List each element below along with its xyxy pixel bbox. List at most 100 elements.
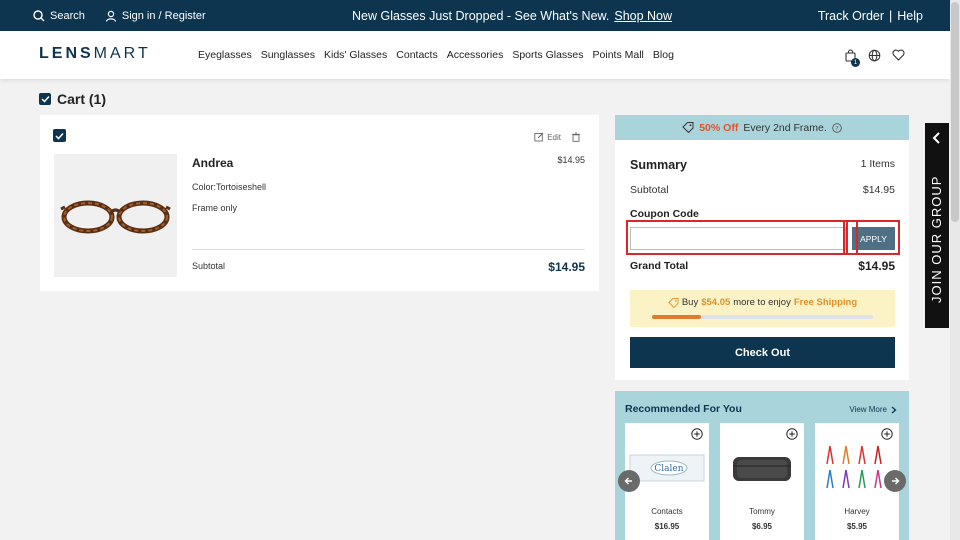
- product-name: Contacts: [651, 507, 683, 516]
- summary-title: Summary: [630, 158, 687, 172]
- checkout-button[interactable]: Check Out: [630, 337, 895, 368]
- recommended-section: Recommended For You View More Clalen Con…: [615, 391, 909, 540]
- product-card-tommy[interactable]: Tommy $6.95: [720, 423, 804, 540]
- chevron-right-icon: [891, 406, 897, 413]
- add-icon[interactable]: [881, 428, 893, 440]
- tag-icon: [682, 122, 694, 133]
- nav-link-blog[interactable]: Blog: [653, 49, 674, 61]
- check-icon: [55, 132, 64, 140]
- trash-icon[interactable]: [571, 132, 581, 142]
- cart-button[interactable]: 1: [843, 48, 860, 67]
- eyeglass-holders-image: [826, 445, 882, 489]
- shipping-buy: Buy: [681, 297, 699, 308]
- edit-button[interactable]: Edit: [534, 132, 561, 142]
- nav-link-contacts[interactable]: Contacts: [396, 49, 437, 61]
- coupon-label: Coupon Code: [630, 208, 699, 220]
- shipping-progress-fill: [652, 315, 701, 319]
- product-price: $6.95: [751, 522, 773, 531]
- arrow-right-icon: [892, 477, 900, 485]
- nav-link-sunglasses[interactable]: Sunglasses: [261, 49, 315, 61]
- track-order-link[interactable]: Track Order: [818, 9, 884, 23]
- signin-label: Sign in / Register: [121, 9, 206, 22]
- product-name[interactable]: Andrea: [192, 156, 233, 170]
- recommended-title: Recommended For You: [625, 403, 742, 415]
- select-all-checkbox[interactable]: [39, 93, 51, 105]
- coupon-input[interactable]: [630, 227, 846, 250]
- help-icon[interactable]: ?: [832, 122, 842, 133]
- shop-now-link[interactable]: Shop Now: [614, 9, 672, 23]
- summary-subtotal-label: Subtotal: [630, 184, 669, 196]
- product-color: Color:Tortoiseshell: [192, 182, 267, 192]
- pencil-icon: [534, 132, 544, 142]
- logo[interactable]: LENSMART: [39, 45, 151, 63]
- contact-lens-box-image: Clalen: [629, 454, 705, 482]
- search-link[interactable]: Search: [33, 10, 85, 22]
- order-summary: Summary 1 Items Subtotal $14.95 Coupon C…: [615, 140, 909, 380]
- product-image: Clalen: [629, 445, 705, 491]
- product-price: $5.95: [846, 522, 868, 531]
- add-icon[interactable]: [691, 428, 703, 440]
- nav-link-points-mall[interactable]: Points Mall: [593, 49, 644, 61]
- globe-icon: [868, 49, 880, 61]
- edit-label: Edit: [547, 132, 561, 142]
- item-subtotal-label: Subtotal: [192, 261, 226, 271]
- main-nav: LENSMART Eyeglasses Sunglasses Kids' Gla…: [0, 31, 950, 79]
- brand-text: Clalen: [654, 464, 683, 474]
- cart-title: Cart (1): [57, 91, 107, 107]
- grand-total-label: Grand Total: [630, 260, 689, 272]
- view-more-label: View More: [849, 405, 887, 414]
- product-price: $14.95: [557, 155, 585, 165]
- user-icon: [105, 10, 116, 22]
- cart-heading: Cart (1): [39, 91, 106, 107]
- promo-banner: 50% Off Every 2nd Frame. ?: [615, 115, 909, 140]
- wishlist-button[interactable]: [891, 48, 905, 62]
- signin-link[interactable]: Sign in / Register: [105, 10, 206, 22]
- divider: [192, 249, 585, 250]
- separator: |: [889, 8, 893, 23]
- check-icon: [40, 95, 50, 103]
- summary-subtotal-value: $14.95: [862, 184, 895, 196]
- item-checkbox[interactable]: [53, 129, 66, 142]
- item-subtotal-value: $14.95: [548, 260, 585, 274]
- logo-light: MART: [93, 45, 151, 62]
- chevron-left-icon: [932, 132, 940, 144]
- carousel-prev-button[interactable]: [618, 470, 640, 492]
- product-name: Harvey: [844, 507, 870, 516]
- search-label: Search: [50, 9, 85, 22]
- shipping-amount: $54.05: [701, 297, 731, 308]
- shipping-free: Free Shipping: [793, 297, 858, 308]
- product-name: Tommy: [749, 507, 775, 516]
- carousel-next-button[interactable]: [884, 470, 906, 492]
- grand-total-value: $14.95: [858, 259, 895, 273]
- apply-coupon-button[interactable]: APPLY: [852, 227, 895, 250]
- scrollbar-thumb[interactable]: [951, 2, 959, 222]
- promo-highlight: 50% Off: [699, 121, 739, 134]
- tag-icon: [668, 297, 679, 308]
- summary-item-count: 1 Items: [860, 158, 895, 170]
- language-button[interactable]: [867, 48, 881, 62]
- nav-link-sports-glasses[interactable]: Sports Glasses: [512, 49, 583, 61]
- svg-text:?: ?: [835, 124, 838, 132]
- heart-icon: [891, 49, 905, 61]
- product-frame-type: Frame only: [192, 203, 238, 213]
- nav-link-eyeglasses[interactable]: Eyeglasses: [198, 49, 252, 61]
- search-icon: [33, 9, 45, 21]
- product-image[interactable]: [54, 154, 177, 277]
- join-group-label: JOIN OUR GROUP: [929, 175, 944, 303]
- cart-item-card: Edit Andrea $14.95 Color:Tortoiseshell F…: [40, 115, 599, 291]
- arrow-left-icon: [624, 477, 632, 485]
- logo-bold: LENS: [39, 45, 94, 62]
- view-more-link[interactable]: View More: [849, 405, 897, 414]
- product-price: $16.95: [654, 522, 680, 531]
- product-image: [724, 445, 800, 491]
- page-scrollbar[interactable]: [950, 0, 960, 540]
- announcement: New Glasses Just Dropped - See What's Ne…: [352, 0, 672, 31]
- nav-link-accessories[interactable]: Accessories: [447, 49, 504, 61]
- add-icon[interactable]: [786, 428, 798, 440]
- join-group-tab[interactable]: JOIN OUR GROUP: [925, 123, 949, 328]
- help-link[interactable]: Help: [897, 9, 923, 23]
- announcement-text: New Glasses Just Dropped - See What's Ne…: [352, 8, 610, 23]
- shipping-progress-bar: [652, 315, 873, 319]
- glasses-image: [60, 200, 171, 233]
- nav-link-kids-glasses[interactable]: Kids' Glasses: [324, 49, 387, 61]
